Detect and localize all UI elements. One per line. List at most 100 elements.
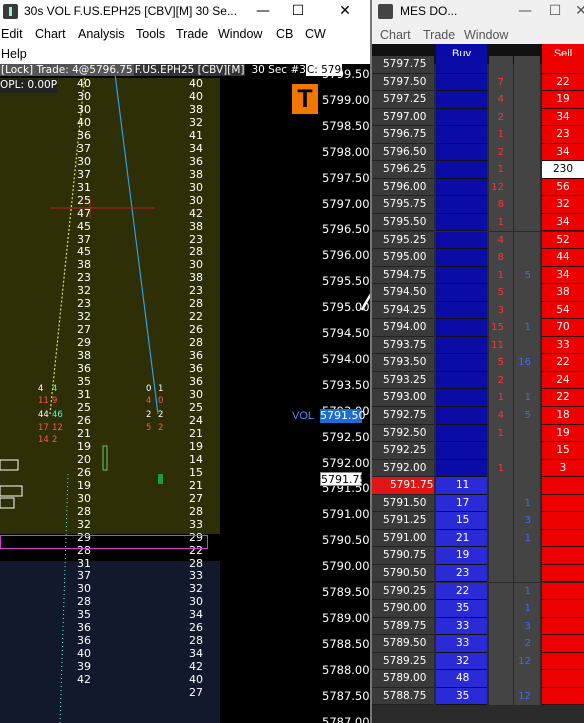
ladder-sell-cell[interactable] <box>542 582 584 600</box>
ladder-buy-cell[interactable]: 11 <box>436 477 487 495</box>
ladder-price[interactable]: 5794.25 <box>372 301 434 320</box>
ladder-row[interactable]: 5791.25 15 3 <box>372 512 584 530</box>
ladder-row[interactable]: 5791.75 11 <box>372 477 584 495</box>
ladder-row[interactable]: 5791.00 21 1 <box>372 529 584 548</box>
ladder-price[interactable]: 5795.50 <box>372 213 434 232</box>
ladder-sell-cell[interactable] <box>542 494 584 513</box>
ladder-buy-cell[interactable] <box>436 389 487 407</box>
ladder-price[interactable]: 5789.75 <box>372 617 434 636</box>
ladder-sell-cell[interactable] <box>542 652 584 671</box>
ladder-price[interactable]: 5790.00 <box>372 600 434 618</box>
ladder-price[interactable]: 5788.75 <box>372 687 434 706</box>
ladder-buy-cell[interactable] <box>436 231 487 249</box>
ladder-sell-cell[interactable] <box>542 56 584 74</box>
ladder-sell-cell[interactable]: 230 <box>542 161 584 179</box>
ladder-row[interactable]: 5797.75 <box>372 56 584 74</box>
ladder-price[interactable]: 5792.50 <box>372 424 434 443</box>
ladder-sell-cell[interactable]: 34 <box>542 213 584 232</box>
ladder-row[interactable]: 5793.75 11 33 <box>372 336 584 355</box>
dom-menu-chart[interactable]: Chart <box>380 28 411 42</box>
ladder-price[interactable]: 5791.75 <box>372 477 434 495</box>
ladder-sell-cell[interactable]: 32 <box>542 196 584 214</box>
ladder-buy-cell[interactable]: 19 <box>436 547 487 565</box>
ladder-price[interactable]: 5795.25 <box>372 231 434 249</box>
ladder-sell-cell[interactable]: 52 <box>542 231 584 249</box>
ladder-price[interactable]: 5794.00 <box>372 319 434 337</box>
ladder-sell-cell[interactable]: 15 <box>542 442 584 460</box>
ladder-buy-cell[interactable] <box>436 196 487 214</box>
chart-title-bar[interactable]: 30s VOL F.US.EPH25 [CBV][M] 30 Se... — ☐… <box>0 0 372 24</box>
ladder-price[interactable]: 5796.25 <box>372 161 434 179</box>
ladder-buy-cell[interactable] <box>436 407 487 425</box>
ladder-sell-cell[interactable]: 19 <box>542 424 584 443</box>
ladder-buy-cell[interactable]: 33 <box>436 617 487 636</box>
ladder-sell-cell[interactable]: 34 <box>542 143 584 162</box>
ladder-price[interactable]: 5797.00 <box>372 108 434 127</box>
dom-close-button[interactable]: ✕ <box>566 0 584 24</box>
ladder-price[interactable]: 5796.50 <box>372 143 434 162</box>
ladder-buy-cell[interactable] <box>436 336 487 355</box>
ladder-price[interactable]: 5791.25 <box>372 512 434 530</box>
menu-trade[interactable]: Trade <box>176 27 208 41</box>
ladder-sell-cell[interactable]: 22 <box>542 354 584 372</box>
ladder-sell-cell[interactable]: 34 <box>542 108 584 127</box>
ladder-buy-cell[interactable] <box>436 266 487 285</box>
ladder-price[interactable]: 5797.25 <box>372 91 434 109</box>
ladder-row[interactable]: 5796.00 12 56 <box>372 178 584 197</box>
ladder-buy-cell[interactable]: 48 <box>436 670 487 688</box>
ladder-buy-cell[interactable]: 33 <box>436 635 487 653</box>
ladder-row[interactable]: 5794.25 3 54 <box>372 301 584 320</box>
menu-window[interactable]: Window <box>218 27 262 41</box>
ladder-sell-cell[interactable]: 38 <box>542 284 584 302</box>
ladder-price[interactable]: 5792.25 <box>372 442 434 460</box>
ladder-buy-cell[interactable]: 23 <box>436 564 487 583</box>
footprint-chart[interactable]: 40 40 30 40 30 38 40 32 36 41 37 34 30 36 37 38 31 30 25 30… <box>0 64 318 723</box>
menu-help[interactable]: Help <box>1 47 27 61</box>
ladder-row[interactable]: 5788.75 35 12 <box>372 687 584 706</box>
ladder-row[interactable]: 5792.00 1 3 <box>372 459 584 478</box>
dom-menu-window[interactable]: Window <box>464 28 508 42</box>
ladder-row[interactable]: 5795.75 8 32 <box>372 196 584 214</box>
ladder-row[interactable]: 5795.25 4 52 <box>372 231 584 249</box>
ladder-buy-cell[interactable] <box>436 301 487 320</box>
ladder-buy-cell[interactable]: 35 <box>436 600 487 618</box>
ladder-price[interactable]: 5793.50 <box>372 354 434 372</box>
ladder-sell-cell[interactable] <box>542 617 584 636</box>
ladder-row[interactable]: 5796.50 2 34 <box>372 143 584 162</box>
ladder-row[interactable]: 5789.25 32 12 <box>372 652 584 671</box>
ladder-row[interactable]: 5794.00 15 1 70 <box>372 319 584 337</box>
ladder-price[interactable]: 5795.00 <box>372 249 434 267</box>
ladder-sell-cell[interactable]: 54 <box>542 301 584 320</box>
ladder-row[interactable]: 5795.00 8 44 <box>372 249 584 267</box>
ladder-row[interactable]: 5789.75 33 3 <box>372 617 584 636</box>
ladder-price[interactable]: 5797.75 <box>372 56 434 74</box>
ladder-sell-cell[interactable]: 56 <box>542 178 584 197</box>
ladder-sell-cell[interactable]: 3 <box>542 459 584 478</box>
menu-chart[interactable]: Chart <box>35 27 66 41</box>
ladder-buy-cell[interactable] <box>436 143 487 162</box>
menu-cb[interactable]: CB <box>276 27 293 41</box>
ladder-price[interactable]: 5796.75 <box>372 126 434 144</box>
ladder-price[interactable]: 5792.00 <box>372 459 434 478</box>
ladder-buy-cell[interactable] <box>436 424 487 443</box>
ladder-buy-cell[interactable] <box>436 108 487 127</box>
ladder-sell-cell[interactable]: 22 <box>542 73 584 92</box>
ladder-row[interactable]: 5792.75 4 5 18 <box>372 407 584 425</box>
ladder-row[interactable]: 5790.75 19 <box>372 547 584 565</box>
ladder-price[interactable]: 5795.75 <box>372 196 434 214</box>
ladder-price[interactable]: 5789.00 <box>372 670 434 688</box>
close-button[interactable]: ✕ <box>330 0 360 24</box>
ladder-sell-cell[interactable]: 19 <box>542 91 584 109</box>
ladder-sell-cell[interactable]: 22 <box>542 389 584 407</box>
ladder-price[interactable]: 5791.50 <box>372 494 434 513</box>
ladder-buy-cell[interactable] <box>436 442 487 460</box>
ladder-price[interactable]: 5789.25 <box>372 652 434 671</box>
ladder-sell-cell[interactable] <box>542 477 584 495</box>
ladder-buy-cell[interactable]: 22 <box>436 582 487 600</box>
ladder-sell-cell[interactable] <box>542 529 584 548</box>
ladder-buy-cell[interactable] <box>436 249 487 267</box>
ladder-buy-cell[interactable] <box>436 178 487 197</box>
ladder-sell-cell[interactable] <box>542 687 584 706</box>
ladder-row[interactable]: 5790.25 22 1 <box>372 582 584 600</box>
ladder-buy-cell[interactable] <box>436 371 487 390</box>
